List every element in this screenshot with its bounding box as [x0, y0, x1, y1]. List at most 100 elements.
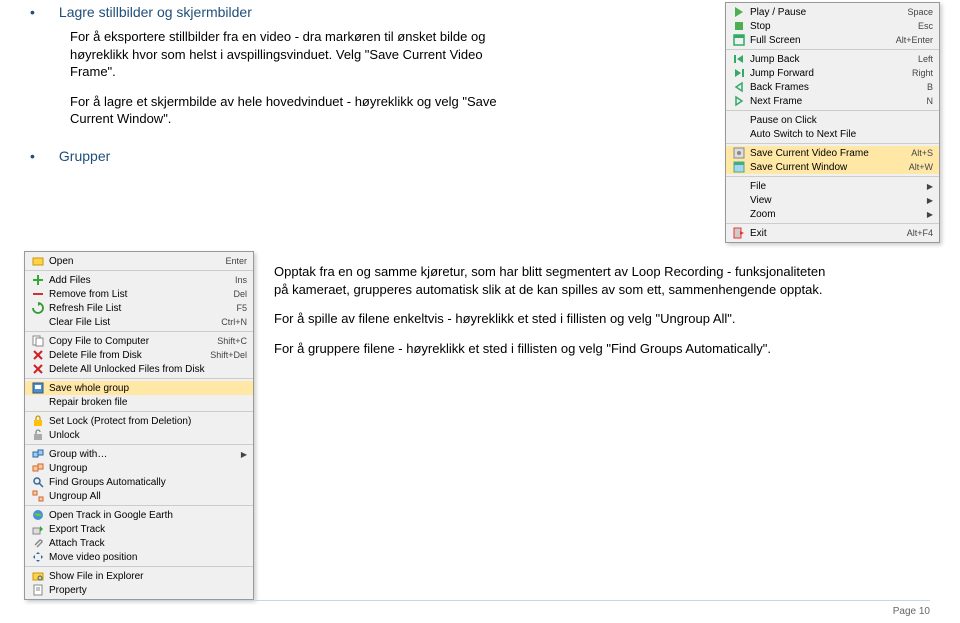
- menu-item-label: Repair broken file: [49, 397, 247, 408]
- menu-item-label: Open Track in Google Earth: [49, 510, 247, 521]
- file-menu-item[interactable]: Unlock: [25, 428, 253, 442]
- video-menu-item[interactable]: Next FrameN: [726, 94, 939, 108]
- lock-icon: [31, 415, 45, 427]
- menu-item-label: Exit: [750, 228, 895, 239]
- menu-item-label: Set Lock (Protect from Deletion): [49, 416, 247, 427]
- paragraph-grupper-3: For å gruppere filene - høyreklikk et st…: [274, 340, 834, 358]
- menu-item-shortcut: B: [927, 82, 933, 92]
- file-menu-item[interactable]: Refresh File ListF5: [25, 301, 253, 315]
- video-menu-item[interactable]: Full ScreenAlt+Enter: [726, 33, 939, 47]
- file-menu-item[interactable]: Delete All Unlocked Files from Disk: [25, 362, 253, 376]
- file-menu-item[interactable]: Ungroup All: [25, 489, 253, 503]
- video-menu-item[interactable]: Jump ForwardRight: [726, 66, 939, 80]
- fullscreen-icon: [732, 34, 746, 46]
- copy-icon: [31, 335, 45, 347]
- file-menu-item[interactable]: Property: [25, 583, 253, 597]
- menu-separator: [25, 270, 253, 271]
- open-icon: [31, 255, 45, 267]
- export-icon: [31, 523, 45, 535]
- findgroup-icon: [31, 476, 45, 488]
- video-menu-item[interactable]: Jump BackLeft: [726, 52, 939, 66]
- file-menu-item[interactable]: Set Lock (Protect from Deletion): [25, 414, 253, 428]
- move-icon: [31, 551, 45, 563]
- menu-item-label: Open: [49, 256, 213, 267]
- menu-item-label: Save Current Window: [750, 162, 897, 173]
- menu-separator: [25, 444, 253, 445]
- file-menu-item[interactable]: Open Track in Google Earth: [25, 508, 253, 522]
- menu-item-label: Show File in Explorer: [49, 571, 247, 582]
- menu-item-shortcut: N: [927, 96, 934, 106]
- file-menu-item[interactable]: Move video position: [25, 550, 253, 564]
- unlock-icon: [31, 429, 45, 441]
- group-icon: [31, 448, 45, 460]
- menu-item-label: Play / Pause: [750, 7, 895, 18]
- heading-grupper: Grupper: [30, 148, 715, 164]
- video-menu-item[interactable]: Exit Alt+F4: [726, 226, 939, 240]
- video-menu-item[interactable]: Back Frames B: [726, 80, 939, 94]
- file-menu-item[interactable]: Repair broken file: [25, 395, 253, 409]
- menu-item-shortcut: Alt+W: [909, 162, 933, 172]
- file-menu-item[interactable]: Save whole group: [25, 381, 253, 395]
- file-menu-item[interactable]: Remove from ListDel: [25, 287, 253, 301]
- video-menu-item[interactable]: Save Current Window Alt+W: [726, 160, 939, 174]
- file-menu-item[interactable]: Open Enter: [25, 254, 253, 268]
- menu-item-label: Stop: [750, 21, 906, 32]
- menu-item-label: Move video position: [49, 552, 247, 563]
- submenu-arrow-icon: ▶: [927, 182, 933, 191]
- menu-item-label: Remove from List: [49, 289, 221, 300]
- menu-item-label: Auto Switch to Next File: [750, 129, 933, 140]
- heading-stillbilder: Lagre stillbilder og skjermbilder: [30, 4, 715, 20]
- blank-icon: [31, 396, 45, 408]
- menu-item-label: Add Files: [49, 275, 223, 286]
- menu-item-label: Property: [49, 585, 247, 596]
- file-menu-item[interactable]: Copy File to ComputerShift+C: [25, 334, 253, 348]
- video-menu-item[interactable]: Auto Switch to Next File: [726, 127, 939, 141]
- saveframe-icon: [732, 147, 746, 159]
- menu-separator: [25, 411, 253, 412]
- menu-item-label: Save Current Video Frame: [750, 148, 899, 159]
- submenu-arrow-icon: ▶: [927, 210, 933, 219]
- back-icon: [732, 53, 746, 65]
- video-menu-item[interactable]: Play / Pause Space: [726, 5, 939, 19]
- menu-item-label: Refresh File List: [49, 303, 224, 314]
- refresh-icon: [31, 302, 45, 314]
- video-menu-item[interactable]: View▶: [726, 193, 939, 207]
- file-menu-item[interactable]: Delete File from DiskShift+Del: [25, 348, 253, 362]
- video-menu-item[interactable]: File▶: [726, 179, 939, 193]
- menu-item-shortcut: Alt+Enter: [896, 35, 933, 45]
- video-menu-item[interactable]: Zoom▶: [726, 207, 939, 221]
- menu-separator: [726, 176, 939, 177]
- menu-item-shortcut: Alt+S: [911, 148, 933, 158]
- menu-item-label: Back Frames: [750, 82, 915, 93]
- paragraph-grupper-1: Opptak fra en og samme kjøretur, som har…: [274, 263, 834, 298]
- file-menu-item[interactable]: Show File in Explorer: [25, 569, 253, 583]
- file-menu-item[interactable]: Find Groups Automatically: [25, 475, 253, 489]
- menu-item-label: Find Groups Automatically: [49, 477, 247, 488]
- play-icon: [732, 6, 746, 18]
- file-menu-item[interactable]: Ungroup: [25, 461, 253, 475]
- menu-item-shortcut: Ctrl+N: [221, 317, 247, 327]
- file-menu-item[interactable]: Group with…▶: [25, 447, 253, 461]
- submenu-arrow-icon: ▶: [241, 450, 247, 459]
- file-menu-item[interactable]: Clear File List Ctrl+N: [25, 315, 253, 329]
- menu-item-label: Save whole group: [49, 383, 247, 394]
- paragraph-grupper-2: For å spille av filene enkeltvis - høyre…: [274, 310, 834, 328]
- video-menu-item[interactable]: Pause on Click: [726, 113, 939, 127]
- blank-icon: [732, 128, 746, 140]
- video-menu-item[interactable]: Save Current Video Frame Alt+S: [726, 146, 939, 160]
- menu-separator: [726, 49, 939, 50]
- deleteall-icon: [31, 363, 45, 375]
- video-menu-item[interactable]: StopEsc: [726, 19, 939, 33]
- menu-item-shortcut: Enter: [225, 256, 247, 266]
- file-menu-item[interactable]: Add FilesIns: [25, 273, 253, 287]
- menu-separator: [25, 505, 253, 506]
- ungroupall-icon: [31, 490, 45, 502]
- menu-separator: [25, 378, 253, 379]
- blank-icon: [732, 208, 746, 220]
- attach-icon: [31, 537, 45, 549]
- file-menu-item[interactable]: Attach Track: [25, 536, 253, 550]
- file-menu-item[interactable]: Export Track: [25, 522, 253, 536]
- menu-item-shortcut: Alt+F4: [907, 228, 933, 238]
- menu-item-shortcut: Space: [907, 7, 933, 17]
- menu-item-label: Clear File List: [49, 317, 209, 328]
